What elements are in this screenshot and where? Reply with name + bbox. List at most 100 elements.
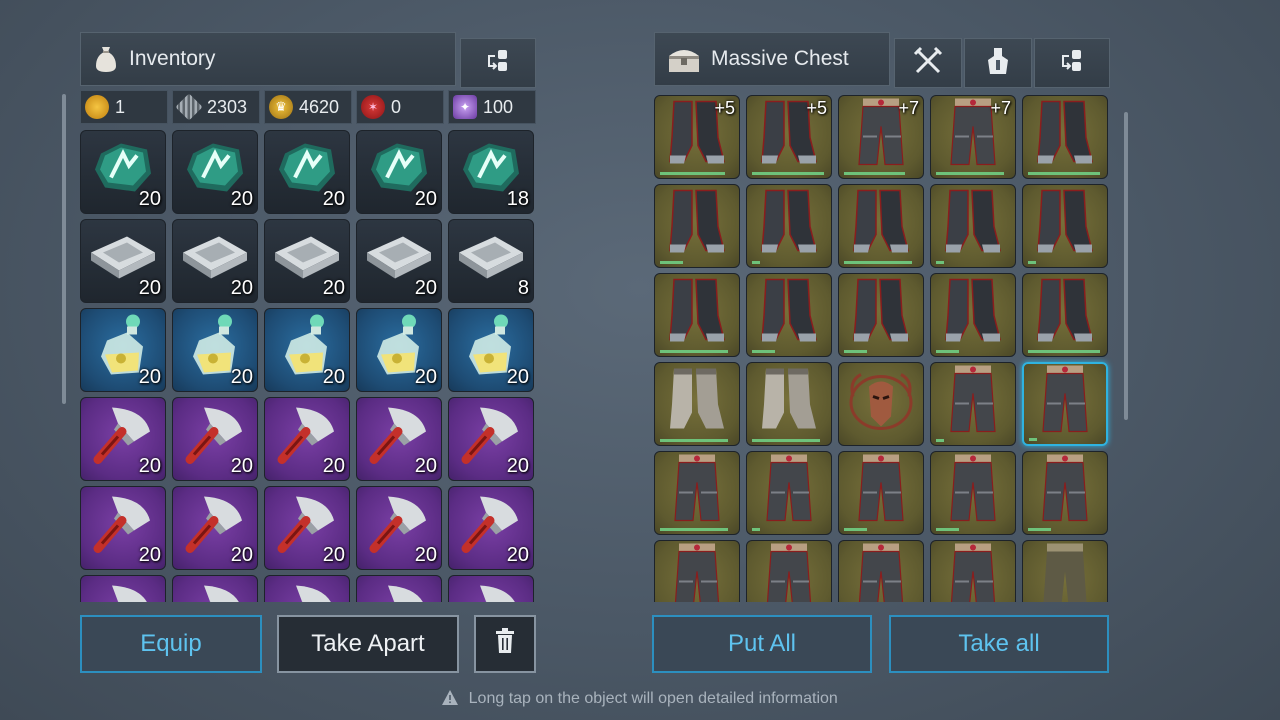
chest-slot[interactable]: +5 [746, 95, 832, 179]
chest-slot[interactable] [930, 540, 1016, 602]
inventory-slot[interactable]: 20 [448, 486, 534, 570]
inventory-slot[interactable]: 20 [356, 397, 442, 481]
purple-gem-icon: ✦ [453, 95, 477, 119]
trash-button[interactable] [474, 615, 536, 673]
chest-slot[interactable]: +5 [654, 95, 740, 179]
inventory-slot[interactable]: 20 [80, 308, 166, 392]
item-quantity: 20 [138, 544, 161, 566]
chest-slot[interactable] [746, 184, 832, 268]
pants-olive-icon [1037, 542, 1093, 602]
chest-slot[interactable] [654, 273, 740, 357]
inventory-slot[interactable]: 20 [80, 397, 166, 481]
inventory-slot[interactable]: 20 [80, 486, 166, 570]
chest-sort-button[interactable] [1034, 38, 1110, 88]
axe-icon [364, 580, 434, 602]
inventory-slot[interactable] [172, 575, 258, 602]
pants-dark-icon [669, 542, 725, 602]
chest-slot[interactable] [654, 451, 740, 535]
inventory-slot[interactable]: 20 [264, 219, 350, 303]
inventory-slot[interactable]: 20 [264, 397, 350, 481]
inventory-sort-button[interactable] [460, 38, 536, 88]
chest-slot[interactable] [746, 540, 832, 602]
red-emblem-icon: ✶ [361, 95, 385, 119]
inventory-slot[interactable]: 20 [356, 308, 442, 392]
chest-slot[interactable] [1022, 184, 1108, 268]
hint-text: Long tap on the object will open detaile… [468, 690, 838, 707]
item-quantity: 20 [230, 455, 253, 477]
take-apart-button[interactable]: Take Apart [277, 615, 459, 673]
inventory-slot[interactable]: 20 [264, 486, 350, 570]
chest-slot[interactable] [930, 273, 1016, 357]
chest-armor-filter-button[interactable] [964, 38, 1032, 88]
inventory-slot[interactable]: 20 [80, 219, 166, 303]
inventory-slot[interactable]: 20 [356, 486, 442, 570]
inventory-slot[interactable]: 20 [172, 308, 258, 392]
inventory-slot[interactable]: 20 [356, 219, 442, 303]
chest-slot[interactable] [1022, 273, 1108, 357]
chest-slot[interactable] [654, 540, 740, 602]
inventory-slot[interactable] [80, 575, 166, 602]
mask-icon [847, 367, 915, 438]
inventory-slot[interactable]: 20 [172, 130, 258, 214]
inventory-slot[interactable]: 20 [264, 130, 350, 214]
sort-icon [485, 48, 511, 79]
pants-dark-icon [945, 453, 1001, 530]
item-quantity: 20 [322, 455, 345, 477]
inventory-scrollbar[interactable] [62, 94, 66, 404]
put-all-button[interactable]: Put All [652, 615, 872, 673]
gold-coin-icon [85, 95, 109, 119]
chest-slot[interactable] [746, 451, 832, 535]
inventory-slot[interactable]: 20 [356, 130, 442, 214]
chest-icon [667, 44, 701, 74]
chest-weapons-filter-button[interactable] [894, 38, 962, 88]
item-quantity: 20 [322, 277, 345, 299]
chest-slot[interactable] [838, 273, 924, 357]
chest-slot[interactable]: +7 [930, 95, 1016, 179]
upgrade-level: +5 [806, 98, 827, 118]
inventory-slot[interactable]: 20 [172, 397, 258, 481]
chest-slot[interactable]: +7 [838, 95, 924, 179]
inventory-slot[interactable]: 20 [448, 397, 534, 481]
inventory-slot[interactable]: 20 [172, 219, 258, 303]
chest-slot[interactable] [1022, 451, 1108, 535]
chest-slot[interactable] [1022, 540, 1108, 602]
take-all-button[interactable]: Take all [889, 615, 1109, 673]
item-quantity: 20 [414, 188, 437, 210]
chest-slot[interactable] [1022, 95, 1108, 179]
inventory-slot[interactable]: 20 [80, 130, 166, 214]
boots-dark-icon [942, 276, 1004, 351]
chest-scrollbar[interactable] [1124, 112, 1128, 420]
inventory-slot[interactable] [264, 575, 350, 602]
currency-value: 1 [115, 96, 126, 117]
equip-button[interactable]: Equip [80, 615, 262, 673]
inventory-slot[interactable] [448, 575, 534, 602]
chest-slot[interactable] [838, 451, 924, 535]
chest-slot[interactable] [930, 184, 1016, 268]
chest-slot[interactable] [838, 362, 924, 446]
chest-slot[interactable] [838, 540, 924, 602]
boots-dark-icon [1034, 98, 1096, 173]
inventory-slot[interactable]: 20 [448, 308, 534, 392]
inventory-slot[interactable]: 20 [264, 308, 350, 392]
boots-dark-icon [666, 276, 728, 351]
inventory-scroll-thumb[interactable] [62, 94, 66, 404]
chest-slot[interactable] [930, 451, 1016, 535]
chest-slot[interactable] [654, 184, 740, 268]
item-quantity: 20 [414, 544, 437, 566]
inventory-slot[interactable]: 8 [448, 219, 534, 303]
durability-bar [660, 261, 683, 264]
chest-scroll-thumb[interactable] [1124, 112, 1128, 420]
chest-slot[interactable] [838, 184, 924, 268]
item-quantity: 20 [506, 455, 529, 477]
inventory-title: Inventory [129, 47, 216, 70]
chest-slot[interactable] [1022, 362, 1108, 446]
inventory-slot[interactable] [356, 575, 442, 602]
inventory-slot[interactable]: 20 [172, 486, 258, 570]
chest-slot[interactable] [746, 362, 832, 446]
boots-dark-icon [1034, 187, 1096, 262]
durability-bar [844, 261, 912, 264]
chest-slot[interactable] [930, 362, 1016, 446]
chest-slot[interactable] [746, 273, 832, 357]
chest-slot[interactable] [654, 362, 740, 446]
inventory-slot[interactable]: 18 [448, 130, 534, 214]
